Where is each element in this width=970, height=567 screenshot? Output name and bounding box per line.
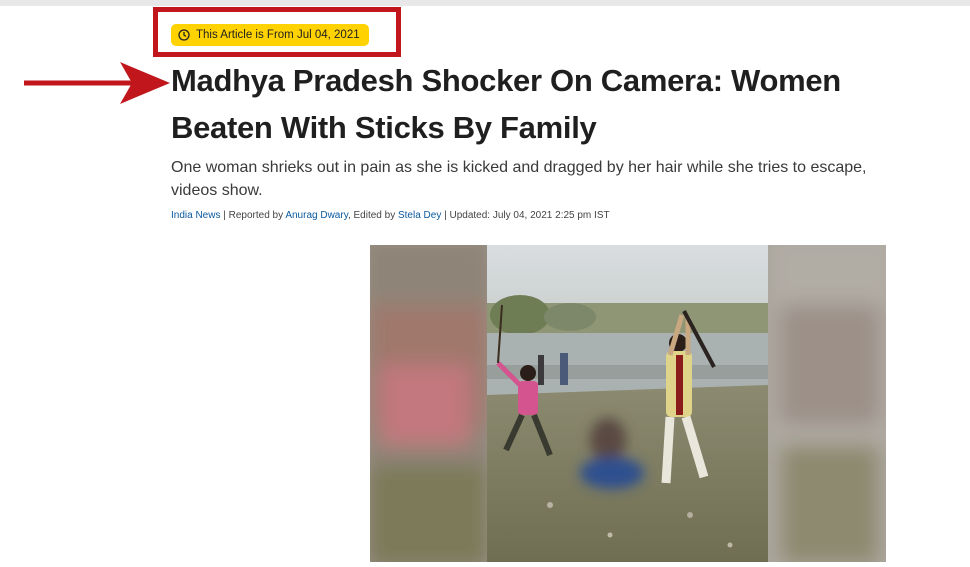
top-strip: [0, 0, 970, 6]
byline-reported-by: | Reported by: [220, 210, 286, 221]
article-date-text: This Article is From Jul 04, 2021: [196, 29, 360, 41]
video-frame-image: [370, 245, 886, 562]
byline-edited-by: , Edited by: [347, 210, 398, 221]
reporter-link[interactable]: Anurag Dwary: [285, 210, 348, 221]
article-headline: Madhya Pradesh Shocker On Camera: Women …: [171, 63, 841, 145]
byline-updated: | Updated: July 04, 2021 2:25 pm IST: [441, 210, 610, 221]
article-summary: One woman shrieks out in pain as she is …: [171, 159, 867, 199]
clock-icon: [178, 29, 190, 41]
article-byline: India News | Reported by Anurag Dwary, E…: [171, 210, 610, 221]
red-arrow-annotation: [24, 62, 170, 104]
editor-link[interactable]: Stela Dey: [398, 210, 441, 221]
article-video-thumbnail[interactable]: [370, 245, 886, 562]
article-date-badge: This Article is From Jul 04, 2021: [171, 24, 369, 46]
category-link[interactable]: India News: [171, 210, 220, 221]
